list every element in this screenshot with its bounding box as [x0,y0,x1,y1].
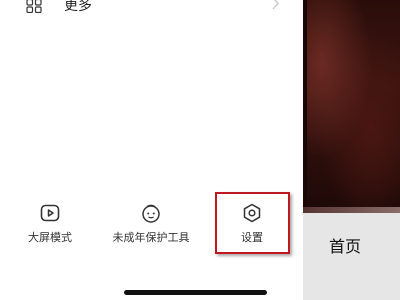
grid-icon [26,0,42,13]
more-menu-label: 更多 [64,0,92,14]
background-video-thumbnail [303,0,400,212]
tab-home-label: 首页 [329,237,362,256]
chevron-right-icon [272,0,279,10]
tab-home[interactable]: 首页 [303,213,400,300]
large-screen-mode-label: 大屏模式 [28,231,72,244]
panel-divider [303,0,307,212]
more-menu-row[interactable]: 更多 [0,0,303,20]
tv-screen-icon [40,204,60,222]
home-indicator-bar[interactable] [124,290,267,295]
minor-protection-tools-button[interactable]: 未成年保护工具 [103,196,199,256]
minor-protection-tools-label: 未成年保护工具 [112,231,190,244]
child-face-icon [142,204,160,223]
large-screen-mode-button[interactable]: 大屏模式 [20,196,80,256]
menu-panel: 更多 大屏模式 未成年保护工具 设置 [0,0,303,300]
settings-highlight-box [215,192,290,254]
